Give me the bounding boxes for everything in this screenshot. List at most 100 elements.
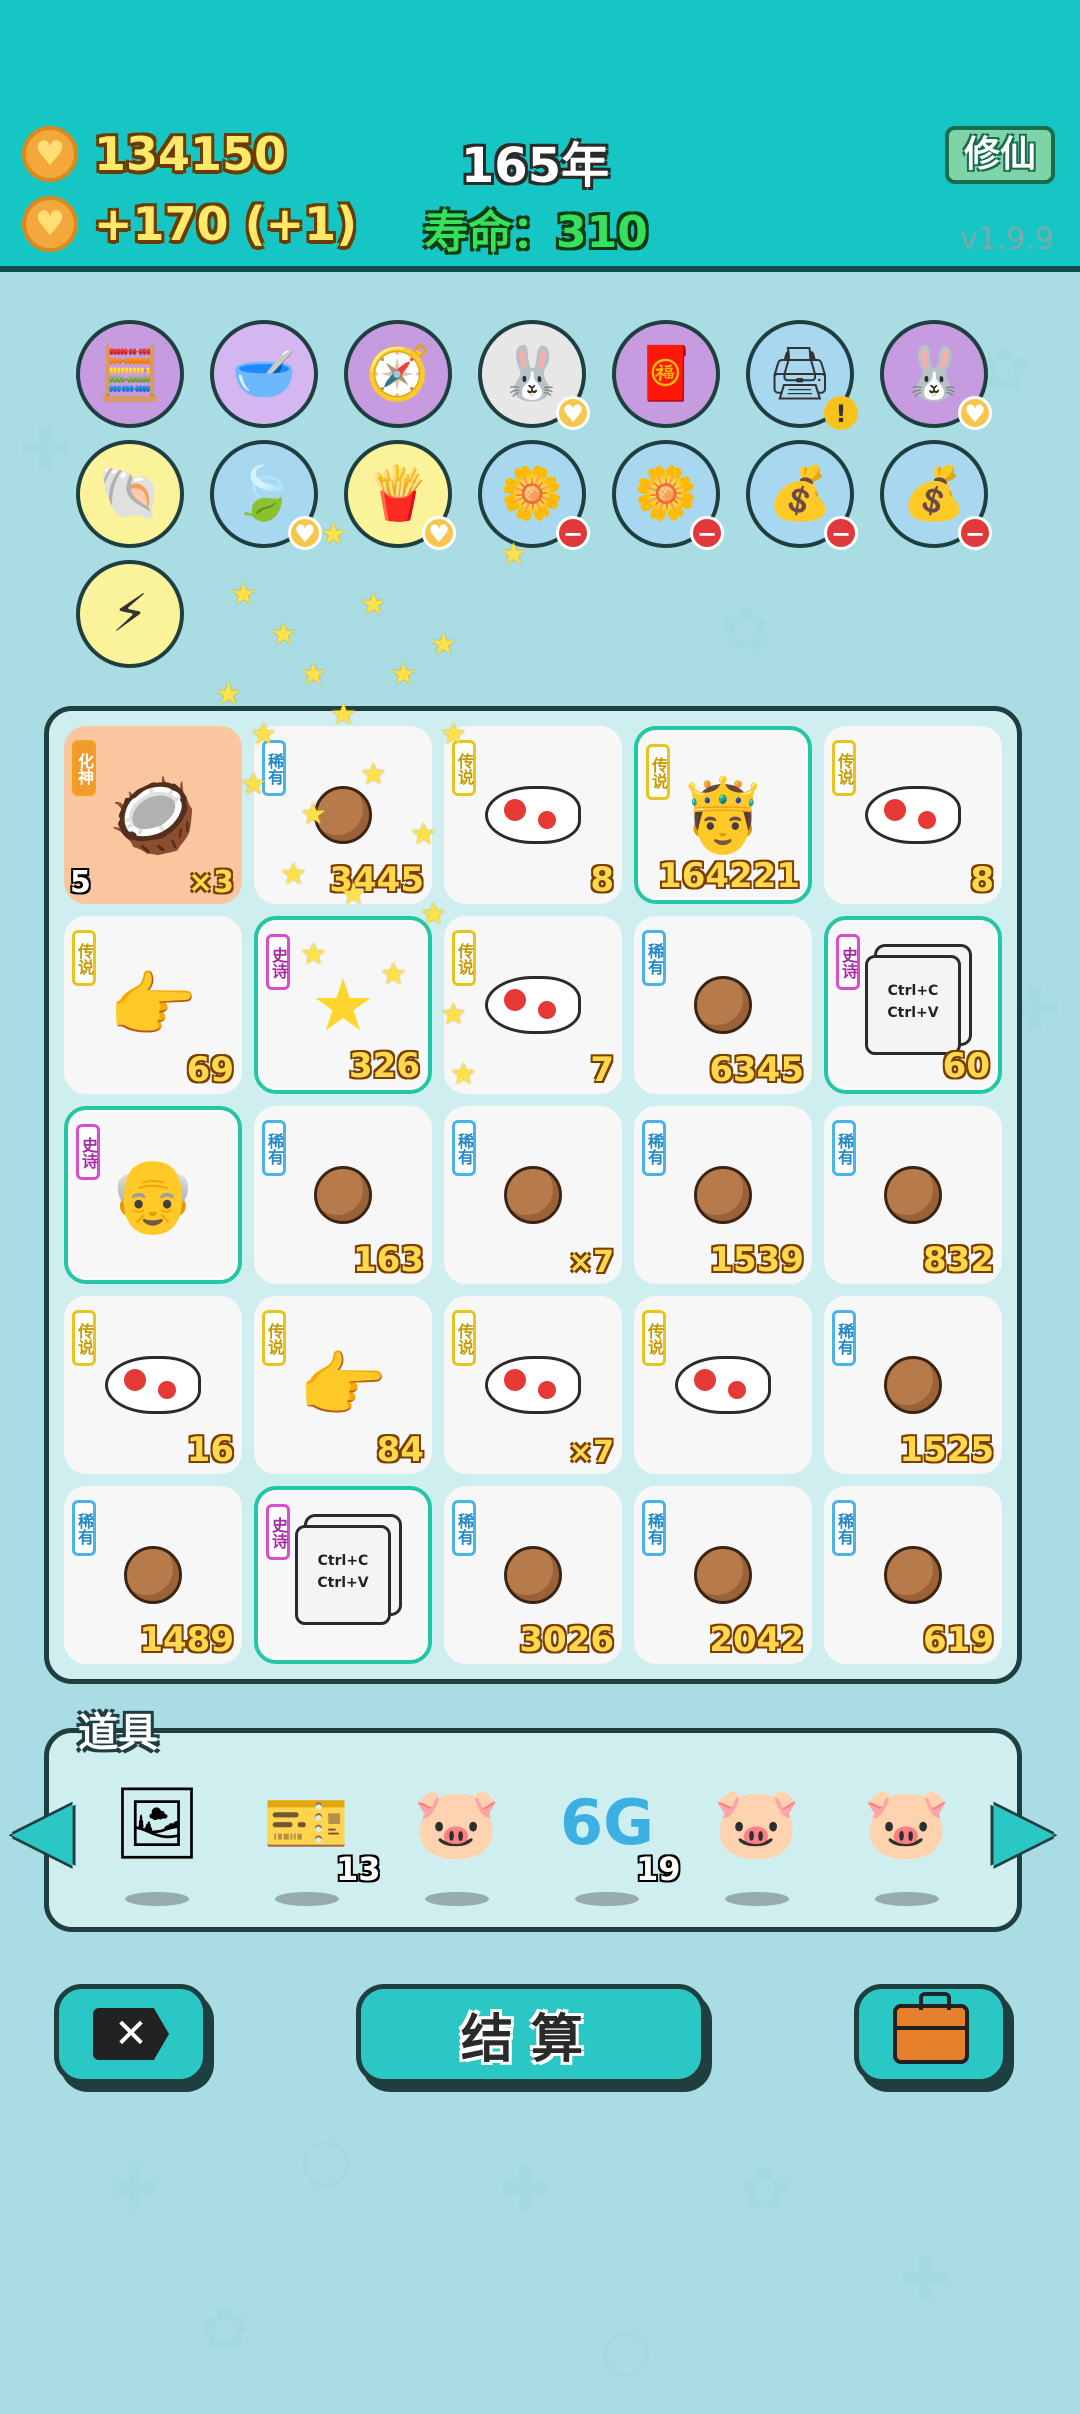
frame-item-icon[interactable]: 🖼 — [102, 1768, 212, 1878]
nut-icon — [694, 1166, 752, 1224]
tile-value: 16 — [186, 1430, 234, 1470]
star-icon: ★ — [340, 877, 367, 912]
star-icon: ★ — [360, 757, 387, 792]
koi-fish-icon — [865, 786, 961, 844]
board-tile[interactable]: 稀有 1489 — [64, 1486, 242, 1664]
year-counter: 165年 — [460, 138, 610, 194]
star-icon: ★ — [300, 657, 327, 692]
tile-value: 1525 — [899, 1430, 994, 1470]
star-icon: ★ — [390, 657, 417, 692]
flower-pot-buff-2-icon[interactable]: 🌼 − — [612, 440, 724, 550]
board-tile[interactable]: 稀有 832 — [824, 1106, 1002, 1284]
item-shadow — [425, 1892, 489, 1906]
sack-buff-icon[interactable]: 💰 − — [746, 440, 858, 550]
tile-value: 69 — [186, 1050, 234, 1090]
board-tile[interactable]: 化神 🥥 5 ×3 — [64, 726, 242, 904]
tile-value: 832 — [923, 1240, 994, 1280]
board-tile[interactable]: 稀有 3026 — [444, 1486, 622, 1664]
board-tile[interactable]: 稀有 1539 — [634, 1106, 812, 1284]
items-next-arrow-icon[interactable]: ▶ — [993, 1776, 1055, 1880]
discard-button[interactable]: ✕ — [54, 1984, 208, 2084]
coin-icon: ♥ — [22, 196, 78, 252]
plus-deco-icon: ✚ — [110, 2155, 161, 2225]
board-tile[interactable]: 传说 👉 84 — [254, 1296, 432, 1474]
tile-left-value: 5 — [70, 865, 91, 900]
board-tile[interactable]: 传说 8 — [444, 726, 622, 904]
board-tile[interactable]: 传说 — [634, 1296, 812, 1474]
items-prev-arrow-icon[interactable]: ◀ — [11, 1776, 73, 1880]
item-shadow — [275, 1892, 339, 1906]
tile-value: 8 — [970, 860, 994, 900]
board-tile[interactable]: 稀有 6345 — [634, 916, 812, 1094]
board-tile[interactable]: 稀有 619 — [824, 1486, 1002, 1664]
tile-value: 1489 — [139, 1620, 234, 1660]
briefcase-icon — [893, 1992, 969, 2064]
math-buff-icon[interactable]: 🧮 — [76, 320, 184, 428]
board-tile[interactable]: 稀有 2042 — [634, 1486, 812, 1664]
board-tile[interactable]: 稀有 ×7 — [444, 1106, 622, 1284]
plus-deco-icon: ✚ — [900, 2245, 951, 2315]
coin-icon: ♥ — [22, 126, 78, 182]
piggy-bank-item-3-icon[interactable]: 🐷 — [852, 1768, 962, 1878]
koi-fish-icon — [485, 786, 581, 844]
nut-icon — [884, 1166, 942, 1224]
board-tile[interactable]: 传说 8 — [824, 726, 1002, 904]
items-label: 道具 — [78, 1710, 158, 1756]
minus-icon: − — [824, 516, 858, 550]
nut-icon — [314, 1166, 372, 1224]
star-icon: ★ — [320, 517, 347, 552]
warning-icon: ! — [824, 396, 858, 430]
cultivate-button[interactable]: 修仙 — [945, 126, 1055, 184]
koi-fish-icon — [105, 1356, 201, 1414]
tile-value: 6345 — [709, 1050, 804, 1090]
nut-icon — [504, 1166, 562, 1224]
star-icon: ★ — [300, 797, 327, 832]
plus-deco-icon: ✚ — [20, 415, 71, 485]
board-tile[interactable]: 稀有 163 — [254, 1106, 432, 1284]
plus-deco-icon: ✚ — [500, 2155, 551, 2225]
compass-buff-icon[interactable]: 🧭 — [344, 320, 452, 428]
backpack-button[interactable] — [854, 1984, 1008, 2084]
star-icon: ★ — [500, 537, 527, 572]
board-tile[interactable]: 传说 🤴 164221 — [634, 726, 812, 904]
tile-value: 164221 — [658, 856, 800, 896]
flower-pot-buff-icon[interactable]: 🌼 − — [478, 440, 590, 550]
star-icon: ★ — [420, 897, 447, 932]
board-tile[interactable]: 史诗 ★ 326 — [254, 916, 432, 1094]
piggy-bank-item-icon[interactable]: 🐷 — [402, 1768, 512, 1878]
fries-buff-icon[interactable]: 🍟 ♥ — [344, 440, 456, 550]
koi-fish-icon — [485, 976, 581, 1034]
red-envelope-buff-icon[interactable]: 🧧 — [612, 320, 720, 428]
board-tile[interactable]: 史诗 Ctrl+C Ctrl+V — [254, 1486, 432, 1664]
sack-buff-2-icon[interactable]: 💰 − — [880, 440, 992, 550]
flower-deco-icon: ✿ — [720, 595, 771, 665]
tile-value: 619 — [923, 1620, 994, 1660]
board-tile[interactable]: 稀有 1525 — [824, 1296, 1002, 1474]
pet-bowl-buff-icon[interactable]: 🥣 — [210, 320, 318, 428]
piggy-bank-item-2-icon[interactable]: 🐷 — [702, 1768, 812, 1878]
tile-value: 3026 — [519, 1620, 614, 1660]
tile-value: 84 — [376, 1430, 424, 1470]
board-tile[interactable]: 史诗 👴 — [64, 1106, 242, 1284]
ring-deco-icon: ○ — [300, 2125, 353, 2195]
ring-deco-icon: ○ — [600, 2315, 653, 2385]
settle-button[interactable]: 结算 — [356, 1984, 706, 2084]
board-tile[interactable]: 传说 16 — [64, 1296, 242, 1474]
star-icon: ★ — [450, 1057, 477, 1092]
income-amount: +170 (+1) — [94, 197, 358, 251]
leaf-buff-icon[interactable]: 🍃 ♥ — [210, 440, 322, 550]
shell-buff-icon[interactable]: 🐚 — [76, 440, 184, 548]
board-tile[interactable]: 史诗 Ctrl+C Ctrl+V 60 — [824, 916, 1002, 1094]
printer-buff-icon[interactable]: 🖨! — [746, 320, 858, 430]
board-tile[interactable]: 传说 ×7 — [444, 1296, 622, 1474]
close-icon: ✕ — [93, 2008, 169, 2060]
top-status-bar: ♥ 134150 ♥ +170 (+1) 165年 寿命：310 修仙 v1.9… — [0, 0, 1080, 272]
rabbit-buff-icon[interactable]: 🐰 ♥ — [478, 320, 590, 430]
rabbit-buff-2-icon[interactable]: 🐰 ♥ — [880, 320, 992, 430]
item-shadow — [575, 1892, 639, 1906]
nut-icon — [124, 1546, 182, 1604]
copy-paste-icon: Ctrl+C Ctrl+V — [865, 955, 961, 1055]
lightning-buff-icon[interactable]: ⚡ — [76, 560, 184, 668]
board-tile[interactable]: 传说 👉 69 — [64, 916, 242, 1094]
copy-paste-icon: Ctrl+C Ctrl+V — [295, 1525, 391, 1625]
